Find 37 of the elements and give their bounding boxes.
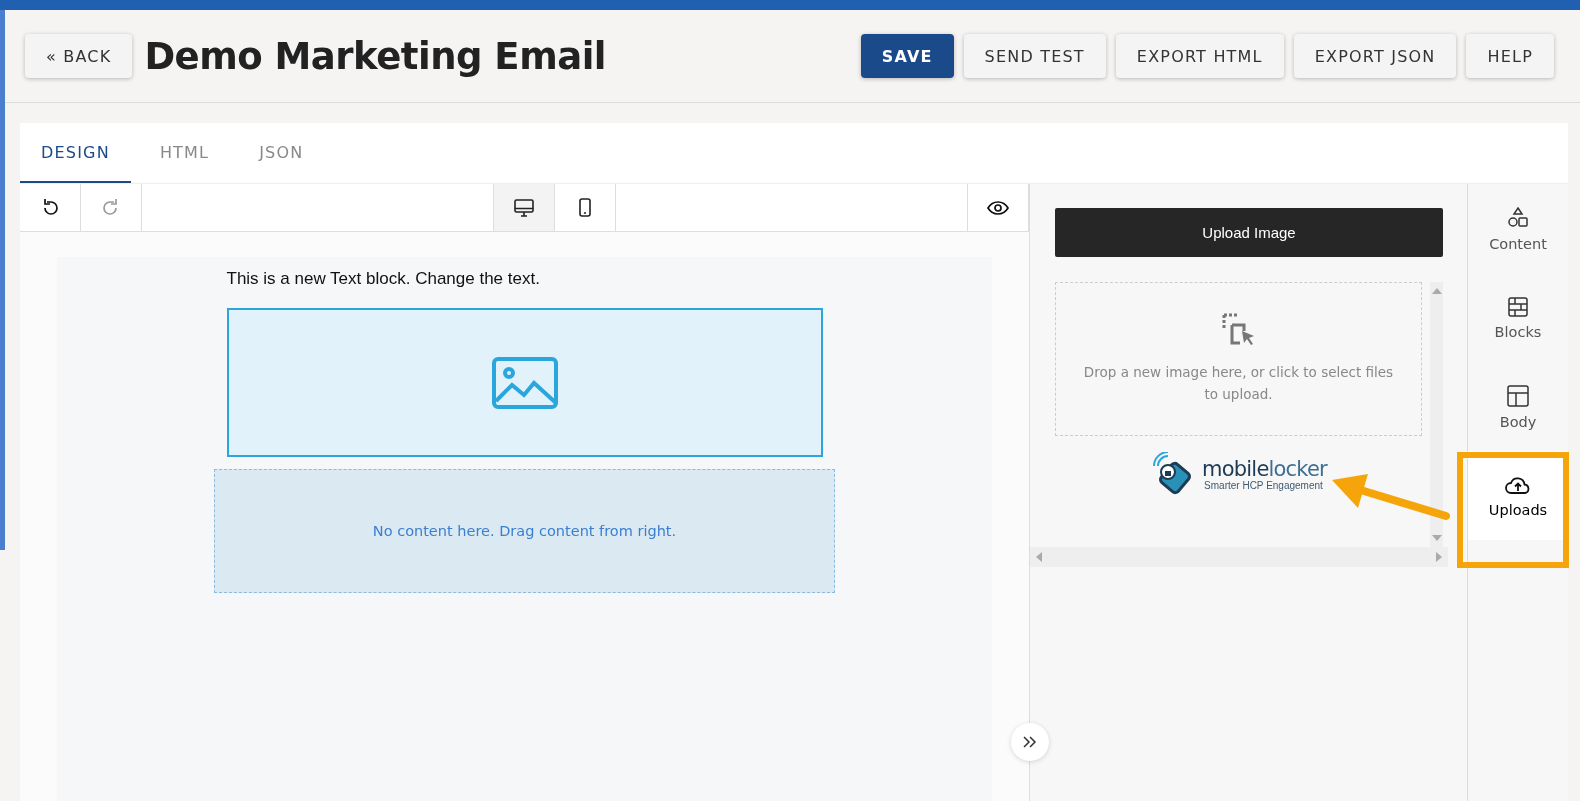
image-icon <box>491 356 558 409</box>
header-button[interactable]: EXPORT JSON <box>1293 34 1457 78</box>
scroll-left-icon[interactable] <box>1036 552 1042 562</box>
select-cursor-icon <box>1221 313 1256 347</box>
scroll-up-icon[interactable] <box>1431 288 1442 294</box>
editor-tab[interactable]: HTML <box>138 123 231 183</box>
header-button[interactable]: EXPORT HTML <box>1115 34 1284 78</box>
redo-icon <box>102 198 120 217</box>
editor-tab[interactable]: JSON <box>238 123 325 183</box>
scroll-right-icon[interactable] <box>1436 552 1442 562</box>
eye-icon <box>987 200 1009 215</box>
upload-image-button[interactable]: Upload Image <box>1055 208 1443 257</box>
preview-button[interactable] <box>967 184 1029 231</box>
editor-tab[interactable]: DESIGN <box>20 123 131 183</box>
header-button[interactable]: HELP <box>1466 34 1554 78</box>
device-button[interactable] <box>493 184 555 231</box>
logo-tagline: Smarter HCP Engagement <box>1204 479 1324 491</box>
desktop-icon <box>514 198 534 217</box>
horizontal-scrollbar[interactable] <box>1030 547 1448 567</box>
double-chevron-icon <box>1023 736 1037 748</box>
dropzone-hint: Drop a new image here, or click to select files to upload. <box>1083 363 1394 404</box>
shapes-icon <box>1506 205 1530 230</box>
phone-icon <box>579 198 591 217</box>
blocks-icon <box>1507 295 1529 318</box>
empty-row-dropzone: No content here. Drag content from right. <box>214 469 835 593</box>
text-block[interactable]: This is a new Text block. Change the text. <box>226 269 823 289</box>
layout-icon <box>1506 383 1530 408</box>
header-button[interactable]: SAVE <box>860 34 954 78</box>
image-placeholder[interactable] <box>226 308 823 457</box>
undo-icon <box>41 198 59 217</box>
sidebar-tab[interactable]: Uploads <box>1468 451 1568 540</box>
page-title: Demo Marketing Email <box>144 34 608 78</box>
logo-wordmark: mobilelocker <box>1202 457 1327 480</box>
scroll-down-icon[interactable] <box>1431 535 1442 541</box>
header-button[interactable]: SEND TEST <box>963 34 1106 78</box>
back-button[interactable]: « BACK <box>25 34 133 78</box>
vertical-scrollbar[interactable] <box>1430 282 1443 547</box>
